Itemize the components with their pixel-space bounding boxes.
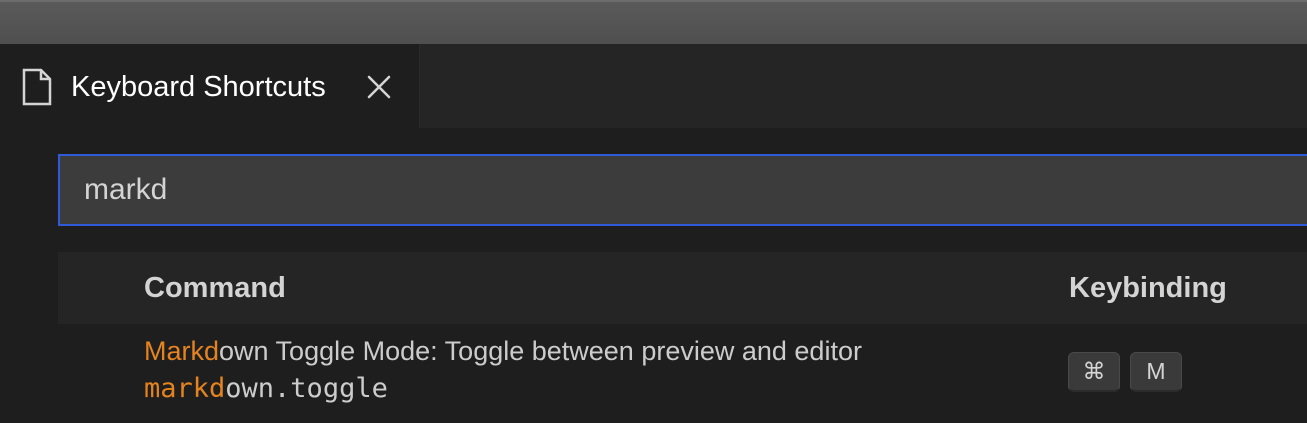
search-box	[58, 154, 1307, 226]
command-id-rest: own.toggle	[225, 373, 388, 404]
file-icon	[22, 68, 52, 106]
keybindings-editor: Command Keybinding Markdown Toggle Mode:…	[0, 128, 1307, 423]
search-input[interactable]	[84, 156, 1284, 224]
command-title-match: Markd	[144, 336, 220, 366]
command-title: Markdown Toggle Mode: Toggle between pre…	[144, 334, 862, 368]
column-header-keybinding[interactable]: Keybinding	[1069, 272, 1227, 305]
command-title-rest: own Toggle Mode: Toggle between preview …	[219, 336, 862, 366]
table-header: Command Keybinding	[58, 252, 1307, 324]
command-id-match: markd	[144, 373, 226, 404]
tab-title: Keyboard Shortcuts	[71, 71, 326, 103]
command-id: markdown.toggle	[144, 372, 388, 406]
keybinding-key-m: M	[1130, 352, 1182, 392]
table-row[interactable]: Markdown Toggle Mode: Toggle between pre…	[58, 324, 1307, 423]
tab-keyboard-shortcuts[interactable]: Keyboard Shortcuts	[0, 44, 420, 128]
keybinding-key-cmd: ⌘	[1068, 352, 1120, 392]
close-icon[interactable]	[366, 74, 392, 100]
column-header-command[interactable]: Command	[144, 272, 286, 305]
window-titlebar	[0, 0, 1307, 44]
tab-bar: Keyboard Shortcuts	[0, 44, 1307, 128]
